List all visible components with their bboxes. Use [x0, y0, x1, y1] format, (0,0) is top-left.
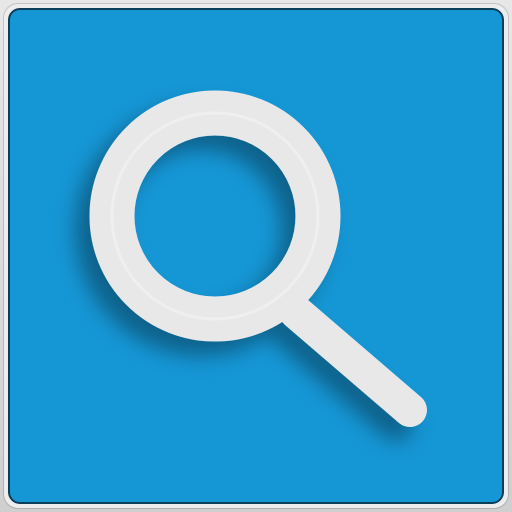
search-tile[interactable]: [8, 8, 504, 504]
search-icon: [89, 90, 427, 427]
icon-canvas: [0, 0, 512, 512]
